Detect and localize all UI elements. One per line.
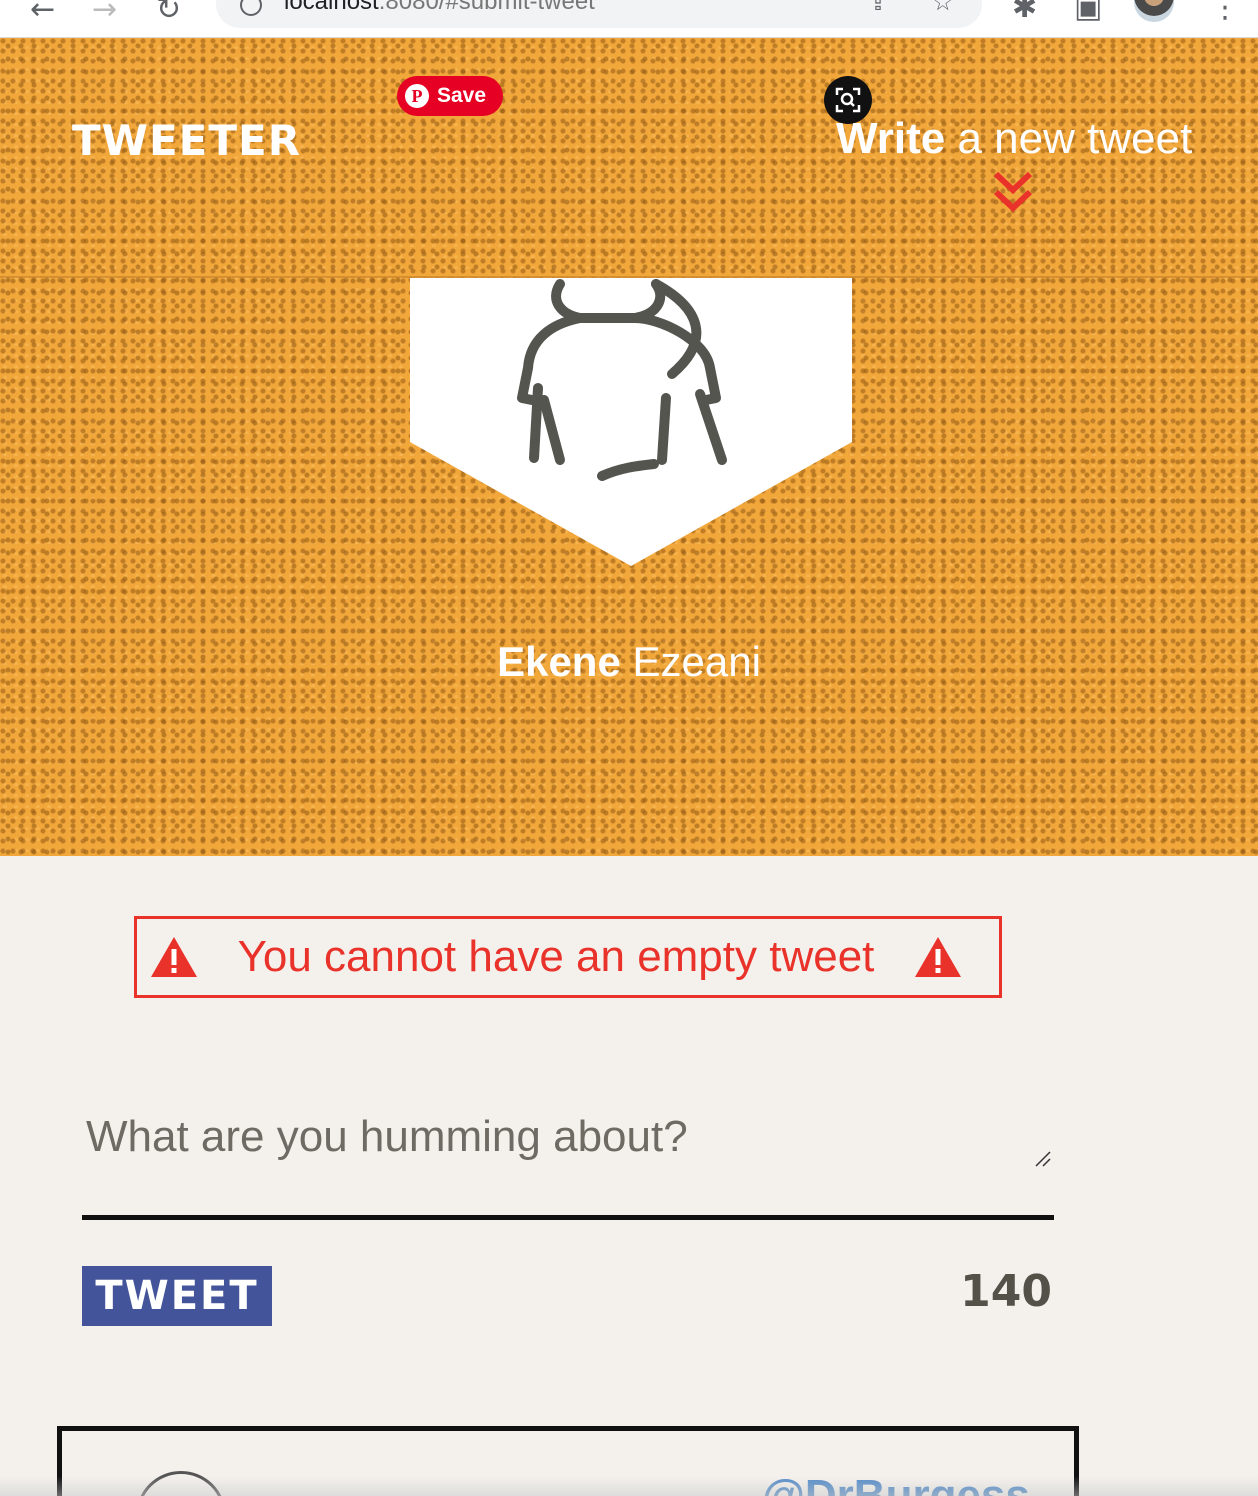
tweet-author-handle[interactable]: @DrBurgess [762, 1471, 1030, 1496]
info-icon[interactable] [240, 0, 262, 16]
menu-icon[interactable]: ⋮ [1210, 0, 1240, 25]
error-alert: You cannot have an empty tweet [134, 916, 1002, 998]
profile-header: TWEETER P Save Write a new tweet Ekene E… [0, 38, 1258, 856]
brand-logo[interactable]: TWEETER [72, 116, 301, 165]
pinterest-save-button[interactable]: P Save [397, 76, 503, 116]
profile-name: Ekene Ezeani [497, 638, 761, 685]
character-counter: 140 [960, 1266, 1052, 1317]
warning-icon [151, 937, 197, 977]
tweet-card: @DrBurgess [57, 1426, 1079, 1496]
pinterest-icon: P [405, 84, 429, 108]
profile-avatar[interactable] [1134, 0, 1174, 22]
error-message: You cannot have an empty tweet [237, 932, 875, 981]
extensions-icon[interactable]: ✱ [1012, 0, 1037, 25]
arrow-left-icon[interactable]: ← [30, 0, 55, 27]
reload-icon[interactable]: ↻ [156, 0, 181, 27]
write-new-tweet-link[interactable]: Write a new tweet [836, 114, 1192, 164]
warning-icon [914, 937, 961, 977]
arrow-right-icon[interactable]: → [92, 0, 117, 27]
tweet-textarea[interactable] [82, 1096, 1054, 1220]
tweet-submit-button[interactable]: TWEET [82, 1266, 272, 1326]
address-bar[interactable]: localhost:8080/#submit-tweet ⇪ ☆ [216, 0, 982, 28]
double-chevron-down-icon[interactable] [992, 170, 1034, 221]
url-text: localhost:8080/#submit-tweet [284, 0, 595, 15]
pinterest-save-label: Save [437, 84, 487, 107]
window-icon[interactable]: ▣ [1074, 0, 1102, 25]
share-icon[interactable]: ⇪ [868, 0, 888, 16]
tweet-author-avatar [136, 1471, 226, 1496]
star-icon[interactable]: ☆ [932, 0, 954, 16]
browser-toolbar: ← → ↻ localhost:8080/#submit-tweet ⇪ ☆ ✱… [0, 0, 1258, 38]
resize-handle-icon[interactable] [1034, 1150, 1052, 1168]
user-avatar [410, 278, 852, 566]
